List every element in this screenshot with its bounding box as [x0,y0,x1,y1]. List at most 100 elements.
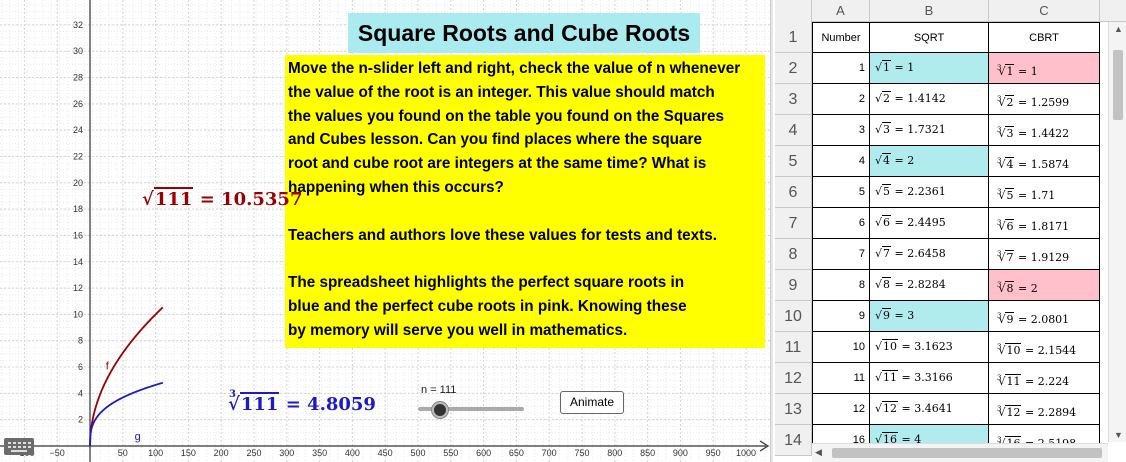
row-header[interactable]: 7 [775,208,812,239]
cell-cbrt[interactable]: 3√1 = 1 [989,53,1100,84]
column-header-b[interactable]: B [870,0,989,22]
radical-sign: √ [875,92,883,105]
scroll-down-icon[interactable]: ▼ [1114,430,1123,440]
sheet-corner[interactable] [775,0,812,22]
cell-number[interactable]: 7 [812,239,870,270]
instruction-line: The spreadsheet highlights the perfect s… [288,274,685,292]
row-header[interactable]: 1 [775,22,812,53]
row-header[interactable]: 2 [775,53,812,84]
sqrt-radicand: 111 [153,187,194,210]
cell-sqrt[interactable]: √4 = 2 [870,146,989,177]
y-tick-label: 14 [73,257,83,267]
animate-button[interactable]: Animate [560,391,624,414]
keyboard-icon[interactable] [4,438,34,455]
cell-number[interactable]: 2 [812,84,870,115]
cbrt-result: = 2.224 [1021,375,1070,388]
row-header[interactable]: 14 [775,425,812,456]
horizontal-scroll-thumb[interactable] [832,448,1102,458]
table-row: 5 4 √4 = 2 3√4 = 1.5874 [775,146,1108,177]
cell-sqrt[interactable]: √8 = 2.8284 [870,270,989,301]
row-header[interactable]: 10 [775,301,812,332]
row-header[interactable]: 13 [775,394,812,425]
cell-sqrt[interactable]: √11 = 3.3166 [870,363,989,394]
cell-cbrt[interactable]: 3√7 = 1.9129 [989,239,1100,270]
x-tick-label: 250 [246,448,261,458]
cell-number[interactable]: 12 [812,394,870,425]
cbrt-equation[interactable]: 3 √111 = 4.8059 [228,389,376,415]
cell-sqrt[interactable]: √12 = 3.4641 [870,394,989,425]
sqrt-value: = 10.5357 [199,189,303,210]
cell-number[interactable]: 4 [812,146,870,177]
sqrt-radicand: 10 [882,339,899,353]
cell-sqrt[interactable]: √1 = 1 [870,53,989,84]
vertical-scroll-thumb[interactable] [1113,50,1123,120]
cell-cbrt[interactable]: 3√12 = 2.2894 [989,394,1100,425]
sqrt-radicand: 1 [882,60,892,74]
cell-sqrt[interactable]: √3 = 1.7321 [870,115,989,146]
view-divider[interactable] [770,0,773,462]
x-tick-label: 900 [673,448,688,458]
table-row: 11 10 √10 = 3.1623 3√10 = 2.1544 [775,332,1108,363]
cbrt-result: = 2.2894 [1021,406,1077,419]
row-header[interactable]: 8 [775,239,812,270]
cell-cbrt[interactable]: 3√5 = 1.71 [989,177,1100,208]
cell-number[interactable]: 1 [812,53,870,84]
n-slider-handle[interactable] [432,402,449,418]
cell-sqrt[interactable]: √9 = 3 [870,301,989,332]
spreadsheet-view[interactable]: A B C 1 Number SQRT CBRT 2 1 √1 = 1 3√1 = 1… [775,0,1126,462]
x-tick-label: 450 [378,448,393,458]
cell-number[interactable]: 3 [812,115,870,146]
radical-sign: √ [875,61,883,74]
n-slider-label: n = 111 [421,384,457,396]
cell-cbrt[interactable]: 3√11 = 2.224 [989,363,1100,394]
row-header[interactable]: 9 [775,270,812,301]
cell-sqrt[interactable]: √6 = 2.4495 [870,208,989,239]
x-tick-label: 650 [509,448,524,458]
horizontal-scrollbar[interactable]: ◀ [812,443,1108,462]
radical-sign: √ [875,309,883,322]
column-header-c[interactable]: C [989,0,1100,22]
y-tick-label: 22 [73,151,83,161]
row-header[interactable]: 3 [775,84,812,115]
row-header[interactable]: 12 [775,363,812,394]
cell-cbrt[interactable]: 3√10 = 2.1544 [989,332,1100,363]
cell-sqrt[interactable]: √7 = 2.6458 [870,239,989,270]
row-header[interactable]: 5 [775,146,812,177]
x-tick-label: 350 [312,448,327,458]
cell-number[interactable]: 5 [812,177,870,208]
row-header[interactable]: 4 [775,115,812,146]
cbrt-result: = 1.9129 [1014,251,1070,264]
cell-cbrt[interactable]: 3√3 = 1.4422 [989,115,1100,146]
cell-number[interactable]: 6 [812,208,870,239]
row-header[interactable]: 6 [775,177,812,208]
cell-cbrt[interactable]: 3√4 = 1.5874 [989,146,1100,177]
cell-number[interactable]: 10 [812,332,870,363]
cell-cbrt[interactable]: 3√6 = 1.8171 [989,208,1100,239]
cell-header-cbrt[interactable]: CBRT [989,22,1100,53]
column-header-a[interactable]: A [812,0,870,22]
cbrt-radicand: 12 [1005,405,1022,419]
radical-sign: √ [875,402,883,415]
graphics-view[interactable]: 2468101214161820222426283032−100−5050100… [0,0,770,462]
cell-header-sqrt[interactable]: SQRT [870,22,989,53]
vertical-scrollbar[interactable]: ▲ ▼ [1108,22,1126,442]
cell-number[interactable]: 8 [812,270,870,301]
row-header[interactable]: 11 [775,332,812,363]
cell-number[interactable]: 11 [812,363,870,394]
cell-header-number[interactable]: Number [812,22,870,53]
scroll-left-icon[interactable]: ◀ [815,447,822,458]
cell-sqrt[interactable]: √2 = 1.4142 [870,84,989,115]
scroll-up-icon[interactable]: ▲ [1114,24,1123,34]
sqrt-equation[interactable]: √111 = 10.5357 [142,187,303,210]
cell-number[interactable]: 9 [812,301,870,332]
y-tick-label: 4 [78,388,83,398]
instructions-box: Move the n-slider left and right, check … [285,55,765,348]
cell-sqrt[interactable]: √5 = 2.2361 [870,177,989,208]
cell-cbrt[interactable]: 3√2 = 1.2599 [989,84,1100,115]
sqrt-radicand: 11 [882,370,899,384]
sqrt-result: = 2.8284 [891,278,946,291]
cell-cbrt[interactable]: 3√9 = 2.0801 [989,301,1100,332]
cell-cbrt[interactable]: 3√8 = 2 [989,270,1100,301]
cell-sqrt[interactable]: √10 = 3.1623 [870,332,989,363]
